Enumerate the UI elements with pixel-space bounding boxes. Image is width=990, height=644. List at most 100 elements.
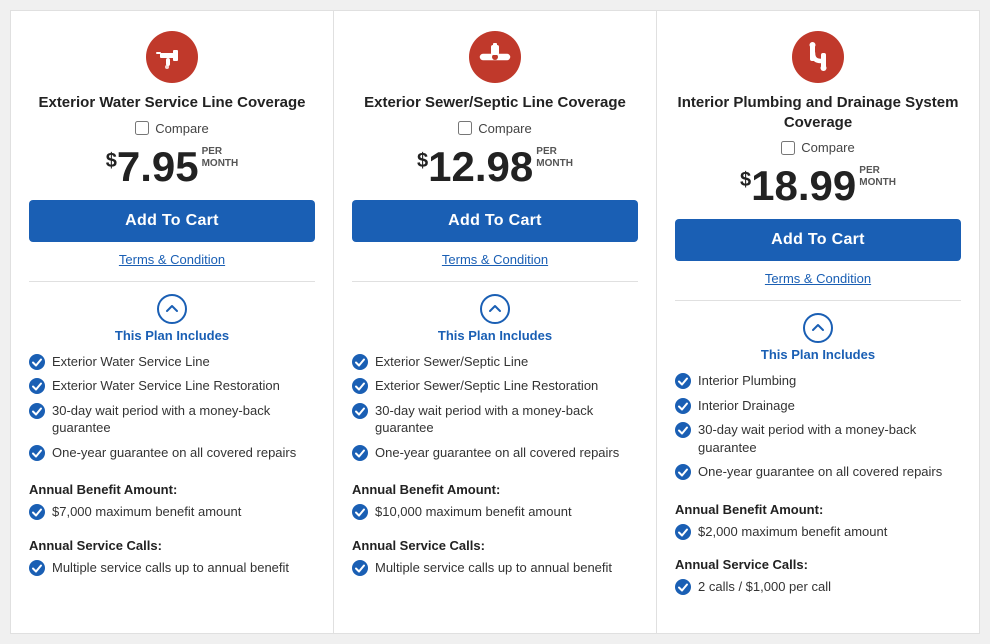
feature-text: 30-day wait period with a money-back gua…	[52, 402, 315, 437]
card-title: Exterior Water Service Line Coverage	[38, 93, 305, 113]
chevron-up-icon[interactable]	[157, 294, 187, 324]
card-title: Exterior Sewer/Septic Line Coverage	[364, 93, 626, 113]
service-list: 2 calls / $1,000 per call	[675, 578, 961, 601]
feature-item: Exterior Sewer/Septic Line Restoration	[352, 377, 638, 395]
check-icon	[29, 354, 45, 370]
feature-item: Interior Plumbing	[675, 372, 961, 390]
feature-text: 30-day wait period with a money-back gua…	[375, 402, 638, 437]
service-text: Multiple service calls up to annual bene…	[52, 559, 289, 577]
feature-text: Exterior Water Service Line	[52, 353, 210, 371]
annual-service-title: Annual Service Calls:	[29, 538, 315, 553]
card-icon-wrapper	[146, 31, 198, 83]
price-dollar: $	[106, 150, 117, 173]
compare-label: Compare	[478, 121, 531, 136]
card-title: Interior Plumbing and Drainage System Co…	[675, 93, 961, 132]
check-icon	[29, 378, 45, 394]
feature-item: 30-day wait period with a money-back gua…	[29, 402, 315, 437]
compare-checkbox[interactable]	[135, 121, 149, 135]
check-icon	[675, 373, 691, 389]
price-per-line2: MONTH	[202, 158, 239, 170]
feature-text: Exterior Sewer/Septic Line Restoration	[375, 377, 598, 395]
plan-includes-label: This Plan Includes	[761, 347, 875, 362]
benefit-list: $2,000 maximum benefit amount	[675, 523, 961, 546]
service-item: Multiple service calls up to annual bene…	[29, 559, 315, 577]
feature-text: One-year guarantee on all covered repair…	[375, 444, 619, 462]
feature-item: One-year guarantee on all covered repair…	[29, 444, 315, 462]
chevron-svg	[165, 302, 179, 316]
benefit-item: $2,000 maximum benefit amount	[675, 523, 961, 541]
price-per-line2: MONTH	[536, 158, 573, 170]
price-row: $ 7.95 PER MONTH	[106, 146, 239, 188]
chevron-up-icon[interactable]	[803, 313, 833, 343]
price-dollar: $	[417, 150, 428, 173]
chevron-up-icon[interactable]	[480, 294, 510, 324]
price-amount: 7.95	[117, 146, 199, 188]
cards-container: Exterior Water Service Line Coverage Com…	[10, 10, 980, 634]
check-icon	[352, 504, 368, 520]
benefit-text: $10,000 maximum benefit amount	[375, 503, 572, 521]
check-icon	[352, 378, 368, 394]
price-amount: 12.98	[428, 146, 533, 188]
feature-text: One-year guarantee on all covered repair…	[698, 463, 942, 481]
check-icon	[29, 504, 45, 520]
add-to-cart-button[interactable]: Add To Cart	[675, 219, 961, 261]
annual-benefit-title: Annual Benefit Amount:	[29, 482, 315, 497]
compare-row: Compare	[781, 140, 854, 155]
features-list: Exterior Sewer/Septic Line Exterior Sewe…	[352, 353, 638, 469]
add-to-cart-button[interactable]: Add To Cart	[29, 200, 315, 242]
benefit-item: $10,000 maximum benefit amount	[352, 503, 638, 521]
compare-checkbox[interactable]	[458, 121, 472, 135]
price-per-line1: PER	[202, 146, 239, 158]
compare-checkbox[interactable]	[781, 141, 795, 155]
benefit-text: $7,000 maximum benefit amount	[52, 503, 241, 521]
compare-label: Compare	[801, 140, 854, 155]
service-list: Multiple service calls up to annual bene…	[29, 559, 315, 582]
check-icon	[29, 560, 45, 576]
water-faucet-icon	[146, 31, 198, 83]
card-interior-plumbing: Interior Plumbing and Drainage System Co…	[657, 10, 980, 634]
plan-includes-label: This Plan Includes	[438, 328, 552, 343]
features-list: Interior Plumbing Interior Drainage 30-d…	[675, 372, 961, 488]
check-icon	[29, 445, 45, 461]
price-per-line2: MONTH	[859, 177, 896, 189]
compare-row: Compare	[135, 121, 208, 136]
service-text: Multiple service calls up to annual bene…	[375, 559, 612, 577]
price-amount: 18.99	[751, 165, 856, 207]
price-per: PER MONTH	[202, 146, 239, 174]
sewer-pipe-icon	[469, 31, 521, 83]
plan-includes-row: This Plan Includes	[438, 294, 552, 343]
check-icon	[675, 422, 691, 438]
check-icon	[352, 354, 368, 370]
terms-link[interactable]: Terms & Condition	[765, 271, 871, 286]
feature-item: One-year guarantee on all covered repair…	[352, 444, 638, 462]
feature-text: Interior Plumbing	[698, 372, 796, 390]
annual-service-title: Annual Service Calls:	[352, 538, 638, 553]
benefit-text: $2,000 maximum benefit amount	[698, 523, 887, 541]
plan-includes-row: This Plan Includes	[761, 313, 875, 362]
feature-item: Exterior Sewer/Septic Line	[352, 353, 638, 371]
terms-link[interactable]: Terms & Condition	[442, 252, 548, 267]
feature-item: Exterior Water Service Line Restoration	[29, 377, 315, 395]
feature-item: One-year guarantee on all covered repair…	[675, 463, 961, 481]
price-per-line1: PER	[536, 146, 573, 158]
chevron-svg	[811, 321, 825, 335]
divider	[29, 281, 315, 282]
annual-benefit-title: Annual Benefit Amount:	[675, 502, 961, 517]
price-per: PER MONTH	[859, 165, 896, 193]
annual-service-title: Annual Service Calls:	[675, 557, 961, 572]
annual-benefit-title: Annual Benefit Amount:	[352, 482, 638, 497]
price-per-line1: PER	[859, 165, 896, 177]
terms-link[interactable]: Terms & Condition	[119, 252, 225, 267]
feature-text: Exterior Water Service Line Restoration	[52, 377, 280, 395]
service-item: Multiple service calls up to annual bene…	[352, 559, 638, 577]
check-icon	[352, 560, 368, 576]
chevron-svg	[488, 302, 502, 316]
add-to-cart-button[interactable]: Add To Cart	[352, 200, 638, 242]
price-row: $ 12.98 PER MONTH	[417, 146, 573, 188]
check-icon	[352, 403, 368, 419]
service-text: 2 calls / $1,000 per call	[698, 578, 831, 596]
service-list: Multiple service calls up to annual bene…	[352, 559, 638, 582]
plumbing-icon	[792, 31, 844, 83]
plan-includes-label: This Plan Includes	[115, 328, 229, 343]
check-icon	[29, 403, 45, 419]
